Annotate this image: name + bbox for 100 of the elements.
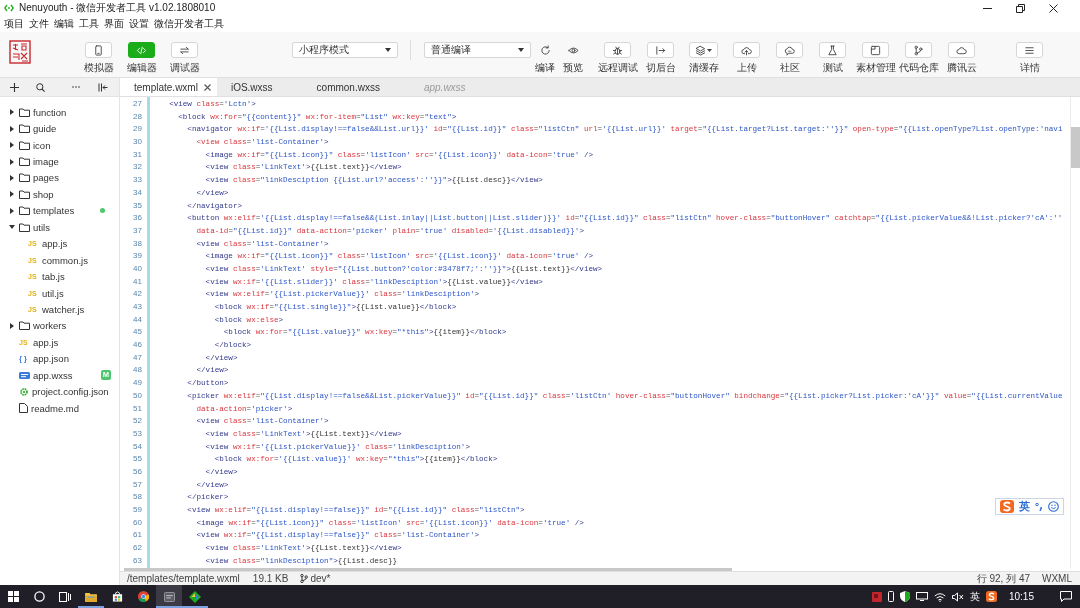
folder-item[interactable]: guide bbox=[33, 123, 57, 135]
menu-item[interactable]: 界面 bbox=[104, 17, 124, 31]
plus-icon[interactable] bbox=[10, 82, 19, 92]
folder-item[interactable]: pages bbox=[33, 172, 59, 184]
speaker-muted-icon[interactable] bbox=[951, 591, 964, 602]
monitor-icon[interactable] bbox=[915, 592, 928, 601]
mode-dropdown[interactable]: 小程序模式 bbox=[292, 42, 398, 58]
file-item[interactable]: tab.js bbox=[42, 271, 65, 283]
scrollbar-thumb[interactable] bbox=[1071, 127, 1080, 168]
search-icon[interactable] bbox=[36, 82, 45, 92]
folder-item[interactable]: utils bbox=[33, 221, 50, 233]
triangle-right-icon[interactable] bbox=[9, 125, 15, 132]
triangle-down-icon[interactable] bbox=[9, 224, 15, 231]
folder-icon bbox=[19, 189, 30, 199]
scrollbar-thumb[interactable] bbox=[124, 568, 732, 571]
close-icon[interactable] bbox=[1049, 3, 1058, 13]
task-view-icon[interactable] bbox=[59, 591, 71, 602]
arrow-bar-icon bbox=[655, 44, 666, 56]
caret-down-icon bbox=[385, 48, 391, 52]
phone-icon[interactable] bbox=[887, 591, 894, 602]
triangle-right-icon[interactable] bbox=[9, 109, 15, 116]
line-number: 51 bbox=[133, 402, 142, 415]
close-icon[interactable] bbox=[203, 83, 211, 91]
file-item[interactable]: app.js bbox=[33, 336, 59, 348]
toolbar-label: 编辑器 bbox=[126, 62, 157, 75]
folder-item[interactable]: image bbox=[33, 156, 59, 168]
triangle-right-icon[interactable] bbox=[9, 191, 15, 198]
folder-item[interactable]: workers bbox=[33, 320, 67, 332]
line-number: 29 bbox=[133, 123, 142, 136]
cursor-position[interactable]: 行 92, 列 47 bbox=[976, 571, 1030, 586]
file-item[interactable]: watcher.js bbox=[42, 303, 85, 315]
menu-item[interactable]: 文件 bbox=[29, 17, 49, 31]
folder-item[interactable]: function bbox=[33, 106, 67, 118]
file-item[interactable]: project.config.json bbox=[32, 386, 109, 398]
phone-icon bbox=[93, 44, 104, 56]
file-item[interactable]: app.json bbox=[33, 353, 69, 365]
triangle-right-icon[interactable] bbox=[9, 142, 15, 149]
notification-icon[interactable] bbox=[1060, 591, 1072, 602]
triangle-right-icon[interactable] bbox=[9, 207, 15, 214]
line-number: 60 bbox=[133, 516, 142, 529]
clock[interactable]: 10:15 bbox=[1008, 591, 1034, 602]
window-title: Nenuyouth - 微信开发者工具 v1.02.1808010 bbox=[19, 1, 216, 15]
input-mode-indicator[interactable]: 英 bbox=[969, 589, 980, 604]
seal-stamp-icon bbox=[9, 40, 31, 64]
toolbar-label: 测试 bbox=[822, 62, 843, 75]
square-icon[interactable] bbox=[871, 591, 882, 602]
menu-item[interactable]: 工具 bbox=[79, 17, 99, 31]
line-number: 52 bbox=[133, 415, 142, 428]
file-path: /templates/template.wxml bbox=[127, 573, 240, 584]
folder-item[interactable]: templates bbox=[33, 205, 75, 217]
editor-tab[interactable]: common.wxss bbox=[302, 78, 410, 96]
triangle-right-icon[interactable] bbox=[9, 158, 15, 165]
toolbar-label: 切后台 bbox=[645, 62, 676, 75]
ime-mode-label[interactable]: 英 bbox=[1019, 499, 1031, 514]
menu-item[interactable]: 编辑 bbox=[54, 17, 74, 31]
compile-dropdown[interactable]: 普通编译 bbox=[424, 42, 531, 58]
panel-icon bbox=[870, 44, 881, 56]
eye-icon bbox=[567, 44, 579, 56]
code-icon bbox=[4, 4, 14, 12]
collapse-panel-icon[interactable] bbox=[98, 82, 108, 92]
line-number: 32 bbox=[133, 161, 142, 174]
file-item[interactable]: app.wxss bbox=[33, 369, 73, 381]
toolbar-label: 预览 bbox=[563, 62, 583, 75]
menu-item[interactable]: 项目 bbox=[4, 17, 24, 31]
line-number: 58 bbox=[133, 491, 142, 504]
toolbar-label: 腾讯云 bbox=[946, 62, 977, 75]
restore-icon[interactable] bbox=[1016, 3, 1025, 13]
folder-item[interactable]: shop bbox=[33, 188, 54, 200]
toolbar-label: 详情 bbox=[1019, 62, 1040, 75]
file-item[interactable]: readme.md bbox=[31, 402, 80, 414]
line-number: 35 bbox=[133, 199, 142, 212]
arrows-icon bbox=[179, 44, 190, 56]
line-number: 41 bbox=[133, 275, 142, 288]
triangle-right-icon[interactable] bbox=[9, 322, 15, 329]
file-size: 19.1 KB bbox=[252, 573, 289, 584]
folder-icon bbox=[19, 140, 30, 150]
branch-name[interactable]: dev* bbox=[310, 573, 331, 584]
file-item[interactable]: common.js bbox=[42, 254, 88, 266]
folder-icon bbox=[85, 591, 97, 602]
s-logo-icon[interactable] bbox=[985, 591, 997, 602]
punctuation-icon[interactable] bbox=[1034, 502, 1043, 511]
language-mode[interactable]: WXML bbox=[1042, 573, 1072, 584]
shield-icon[interactable] bbox=[899, 591, 910, 602]
line-number: 55 bbox=[133, 453, 142, 466]
menu-item[interactable]: 微信开发者工具 bbox=[154, 17, 224, 31]
ring-icon[interactable] bbox=[33, 591, 45, 602]
tricolor-circle-icon bbox=[137, 591, 149, 602]
folder-item[interactable]: icon bbox=[33, 139, 51, 151]
smiley-icon[interactable] bbox=[1047, 501, 1059, 512]
menu-item[interactable]: 设置 bbox=[129, 17, 149, 31]
wifi-icon[interactable] bbox=[933, 591, 946, 602]
branch-icon bbox=[300, 574, 309, 583]
minimize-icon[interactable] bbox=[983, 7, 992, 9]
line-number: 30 bbox=[133, 136, 142, 149]
editor-tab[interactable]: iOS.wxss bbox=[216, 78, 303, 96]
windows-start-icon[interactable] bbox=[7, 591, 19, 602]
file-item[interactable]: app.js bbox=[42, 238, 68, 250]
triangle-right-icon[interactable] bbox=[9, 174, 15, 181]
editor-tab[interactable]: template.wxml bbox=[120, 78, 217, 96]
file-item[interactable]: util.js bbox=[42, 287, 64, 299]
